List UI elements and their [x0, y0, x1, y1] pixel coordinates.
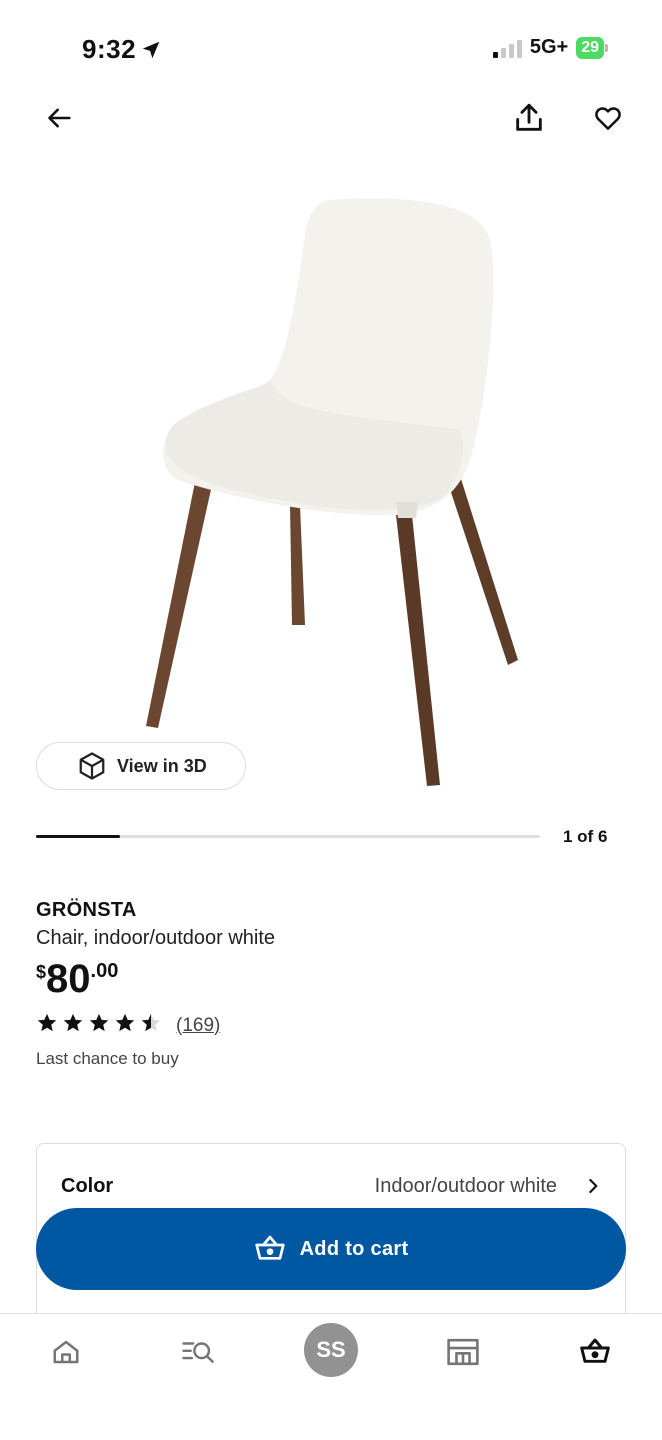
product-name: GRÖNSTA: [36, 899, 137, 921]
price-cents: .00: [90, 960, 119, 982]
star-icon: [36, 1012, 58, 1039]
gallery-progress: [36, 835, 540, 838]
back-arrow-icon: [48, 108, 71, 128]
status-indicators: 5G+ 29: [492, 36, 608, 59]
gallery-progress-fill: [36, 835, 120, 838]
star-icon: [88, 1012, 110, 1039]
tab-profile[interactable]: SS: [301, 1323, 361, 1377]
chevron-right-icon: [589, 1178, 598, 1194]
battery-icon: 29: [576, 36, 608, 59]
signal-icon: [492, 38, 522, 58]
location-arrow-icon: [142, 41, 160, 58]
review-count-link[interactable]: (169): [176, 1015, 220, 1037]
view-in-3d-button[interactable]: View in 3D: [36, 742, 246, 790]
tab-search[interactable]: [168, 1328, 228, 1376]
basket-icon: [254, 1235, 285, 1260]
status-time-text: 9:32: [82, 34, 137, 64]
add-to-cart-label: Add to cart: [299, 1237, 409, 1260]
home-icon: [53, 1340, 79, 1364]
product-image[interactable]: [100, 180, 562, 800]
avatar: SS: [304, 1323, 358, 1377]
price-main: 80: [46, 957, 91, 1001]
status-bar: 9:32 5G+ 29: [0, 0, 662, 90]
star-rating: [36, 1012, 162, 1039]
product-description: Chair, indoor/outdoor white: [36, 927, 276, 949]
status-time: 9:32: [82, 34, 162, 65]
favorite-button[interactable]: [586, 96, 630, 140]
cart-icon: [580, 1338, 610, 1363]
share-icon: [516, 103, 542, 131]
view-in-3d-label: View in 3D: [117, 755, 207, 776]
tab-cart[interactable]: [565, 1328, 625, 1376]
tab-home[interactable]: [36, 1328, 96, 1376]
store-icon: [447, 1338, 479, 1366]
star-icon: [114, 1012, 136, 1039]
color-value: Indoor/outdoor white: [374, 1174, 557, 1197]
bottom-tab-bar: SS: [0, 1313, 662, 1440]
cube-icon: [79, 752, 105, 780]
top-nav: [0, 96, 662, 144]
star-icon: [140, 1012, 162, 1039]
color-label: Color: [61, 1174, 114, 1197]
rating: (169): [36, 1012, 220, 1039]
gallery-counter: 1 of 6: [563, 827, 608, 846]
star-icon: [62, 1012, 84, 1039]
heart-icon: [595, 107, 621, 130]
availability-text: Last chance to buy: [36, 1049, 179, 1068]
back-button[interactable]: [38, 96, 82, 140]
network-type: 5G+: [529, 36, 569, 58]
price: $ 80 .00: [36, 958, 118, 1000]
tab-stores[interactable]: [433, 1328, 493, 1376]
share-button[interactable]: [507, 96, 551, 140]
add-to-cart-button[interactable]: Add to cart: [36, 1208, 626, 1290]
search-icon: [182, 1342, 214, 1363]
price-currency: $: [36, 962, 47, 982]
